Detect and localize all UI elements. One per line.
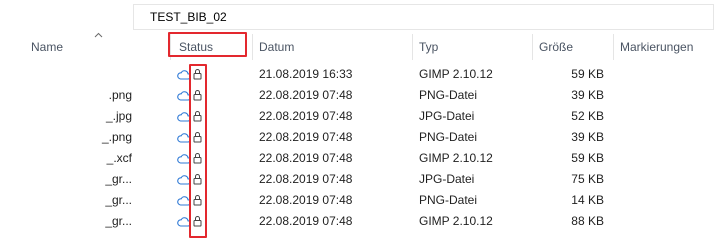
address-bar[interactable]: TEST_BIB_02 bbox=[133, 4, 714, 30]
file-type: PNG-Datei bbox=[419, 130, 478, 144]
column-header-date[interactable]: Datum bbox=[259, 32, 294, 62]
file-name: _gr... bbox=[105, 172, 132, 186]
column-header-tags[interactable]: Markierungen bbox=[620, 32, 693, 62]
column-header-name[interactable]: Name bbox=[31, 32, 63, 62]
file-row[interactable]: 21.08.2019 16:33 GIMP 2.10.12 59 KB bbox=[0, 64, 714, 85]
file-type: PNG-Datei bbox=[419, 88, 478, 102]
file-size: 39 KB bbox=[571, 88, 604, 102]
column-header-row: Name Status Datum Typ Größe Markierungen bbox=[0, 32, 714, 62]
file-name: _gr... bbox=[105, 214, 132, 228]
file-date: 22.08.2019 07:48 bbox=[259, 130, 353, 144]
column-header-size[interactable]: Größe bbox=[539, 32, 573, 62]
file-name: _gr... bbox=[105, 193, 132, 207]
breadcrumb-folder: TEST_BIB_02 bbox=[150, 10, 227, 24]
file-date: 22.08.2019 07:48 bbox=[259, 88, 353, 102]
file-row[interactable]: _.png 22.08.2019 07:48 PNG-Datei 39 KB bbox=[0, 127, 714, 148]
file-row[interactable]: _gr... 22.08.2019 07:48 GIMP 2.10.12 88 … bbox=[0, 211, 714, 232]
column-divider[interactable] bbox=[412, 34, 413, 60]
file-date: 21.08.2019 16:33 bbox=[259, 67, 353, 81]
status-header-highlight bbox=[168, 32, 247, 57]
file-size: 75 KB bbox=[571, 172, 604, 186]
chevron-up-icon bbox=[94, 30, 103, 41]
file-type: JPG-Datei bbox=[419, 109, 475, 123]
file-date: 22.08.2019 07:48 bbox=[259, 193, 353, 207]
file-type: GIMP 2.10.12 bbox=[419, 67, 493, 81]
file-date: 22.08.2019 07:48 bbox=[259, 151, 353, 165]
file-size: 39 KB bbox=[571, 130, 604, 144]
file-row[interactable]: _gr... 22.08.2019 07:48 PNG-Datei 14 KB bbox=[0, 190, 714, 211]
file-size: 14 KB bbox=[571, 193, 604, 207]
file-size: 52 KB bbox=[571, 109, 604, 123]
file-type: JPG-Datei bbox=[419, 172, 475, 186]
file-type: GIMP 2.10.12 bbox=[419, 151, 493, 165]
file-row[interactable]: _.jpg 22.08.2019 07:48 JPG-Datei 52 KB bbox=[0, 106, 714, 127]
file-date: 22.08.2019 07:48 bbox=[259, 172, 353, 186]
file-name: .png bbox=[108, 88, 132, 102]
file-size: 59 KB bbox=[571, 67, 604, 81]
file-date: 22.08.2019 07:48 bbox=[259, 214, 353, 228]
column-divider[interactable] bbox=[613, 34, 614, 60]
file-size: 59 KB bbox=[571, 151, 604, 165]
column-divider[interactable] bbox=[532, 34, 533, 60]
file-row[interactable]: _.xcf 22.08.2019 07:48 GIMP 2.10.12 59 K… bbox=[0, 148, 714, 169]
lock-column-highlight bbox=[189, 64, 207, 238]
file-date: 22.08.2019 07:48 bbox=[259, 109, 353, 123]
file-type: PNG-Datei bbox=[419, 193, 478, 207]
file-name: _.png bbox=[101, 130, 132, 144]
column-header-type[interactable]: Typ bbox=[419, 32, 438, 62]
file-row[interactable]: _gr... 22.08.2019 07:48 JPG-Datei 75 KB bbox=[0, 169, 714, 190]
file-name: _.xcf bbox=[106, 151, 132, 165]
file-type: GIMP 2.10.12 bbox=[419, 214, 493, 228]
file-size: 88 KB bbox=[571, 214, 604, 228]
file-row[interactable]: .png 22.08.2019 07:48 PNG-Datei 39 KB bbox=[0, 85, 714, 106]
file-name: _.jpg bbox=[105, 109, 132, 123]
column-divider[interactable] bbox=[252, 34, 253, 60]
